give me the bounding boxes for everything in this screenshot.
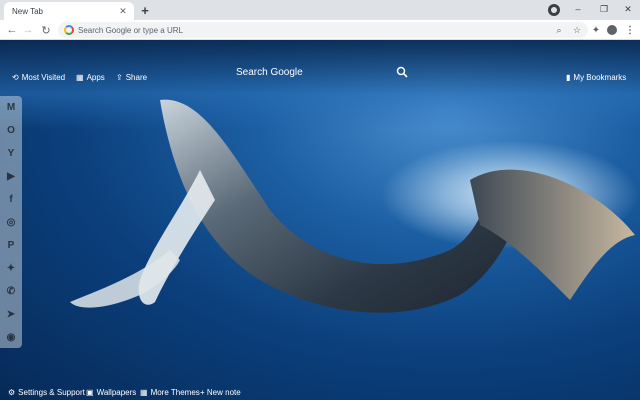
yahoo-icon[interactable]: Y — [2, 144, 20, 162]
more-themes-label: More Themes — [150, 387, 200, 397]
whale-wallpaper — [70, 99, 635, 313]
gmail-icon[interactable]: M — [2, 98, 20, 116]
twitter-icon[interactable]: ✦ — [2, 259, 20, 277]
settings-support-link[interactable]: ⚙ Settings & Support — [8, 386, 85, 398]
my-bookmarks-label: My Bookmarks — [573, 72, 627, 82]
history-icon: ⟲ — [12, 72, 19, 82]
close-window-button[interactable]: ✕ — [620, 2, 636, 16]
bookmark-star-icon[interactable]: ☆ — [570, 23, 584, 37]
my-bookmarks-link[interactable]: ▮ My Bookmarks — [566, 70, 626, 84]
reload-button[interactable]: ↻ — [38, 22, 54, 38]
address-bar[interactable]: Search Google or type a URL ⌕ ☆ — [58, 22, 588, 38]
settings-support-label: Settings & Support — [18, 387, 85, 397]
zoom-icon[interactable]: ⌕ — [552, 23, 566, 37]
new-tab-button[interactable]: + — [138, 3, 152, 18]
telegram-icon[interactable]: ➤ — [2, 305, 20, 323]
share-label: Share — [125, 72, 148, 82]
share-link[interactable]: ⇪ Share — [116, 70, 147, 84]
more-themes-link[interactable]: ▦ More Themes — [140, 386, 200, 398]
facebook-icon[interactable]: f — [2, 190, 20, 208]
image-icon: ▣ — [86, 387, 94, 397]
instagram-icon[interactable]: ◎ — [2, 213, 20, 231]
search-input[interactable]: Search Google — [236, 67, 303, 78]
share-icon: ⇪ — [116, 72, 123, 82]
browser-toolbar: ← → ↻ Search Google or type a URL ⌕ ☆ ✦ … — [0, 20, 640, 40]
close-tab-icon[interactable]: ✕ — [116, 4, 130, 18]
youtube-icon[interactable]: ▶ — [2, 167, 20, 185]
apps-label: Apps — [86, 72, 105, 82]
reddit-icon[interactable]: ◉ — [2, 328, 20, 346]
search-icon[interactable] — [396, 66, 408, 78]
menu-icon[interactable]: ⋮ — [622, 22, 638, 38]
whatsapp-icon[interactable]: ✆ — [2, 282, 20, 300]
bookmark-icon: ▮ — [566, 72, 571, 82]
wallpapers-link[interactable]: ▣ Wallpapers — [86, 386, 136, 398]
whale-fin-2 — [70, 250, 180, 308]
tab-title: New Tab — [12, 6, 43, 16]
outlook-icon[interactable]: O — [2, 121, 20, 139]
apps-grid-icon: ▦ — [76, 72, 84, 82]
gear-icon: ⚙ — [8, 387, 16, 397]
tab-new-tab[interactable]: New Tab ✕ — [4, 2, 134, 20]
shortcut-sidebar: M O Y ▶ f ◎ P ✦ ✆ ➤ ◉ — [0, 96, 22, 348]
google-icon — [64, 25, 74, 35]
whale-body — [160, 99, 530, 313]
extensions-icon[interactable]: ✦ — [588, 22, 604, 38]
new-note-button[interactable]: + New note — [200, 386, 241, 398]
back-button[interactable]: ← — [4, 22, 20, 38]
wallpapers-label: Wallpapers — [96, 387, 137, 397]
most-visited-link[interactable]: ⟲ Most Visited — [12, 70, 65, 84]
profile-icon[interactable] — [548, 4, 560, 16]
tab-strip: New Tab ✕ + – ❐ ✕ — [0, 0, 640, 20]
minimize-button[interactable]: – — [570, 2, 586, 16]
forward-button[interactable]: → — [20, 22, 36, 38]
most-visited-label: Most Visited — [21, 72, 66, 82]
pinterest-icon[interactable]: P — [2, 236, 20, 254]
account-icon[interactable] — [604, 22, 620, 38]
themes-grid-icon: ▦ — [140, 387, 148, 397]
address-bar-placeholder: Search Google or type a URL — [78, 25, 183, 35]
maximize-button[interactable]: ❐ — [596, 2, 612, 16]
apps-link[interactable]: ▦ Apps — [76, 70, 105, 84]
new-tab-page: ⟲ Most Visited ▦ Apps ⇪ Share ▮ My Bookm… — [0, 40, 640, 400]
